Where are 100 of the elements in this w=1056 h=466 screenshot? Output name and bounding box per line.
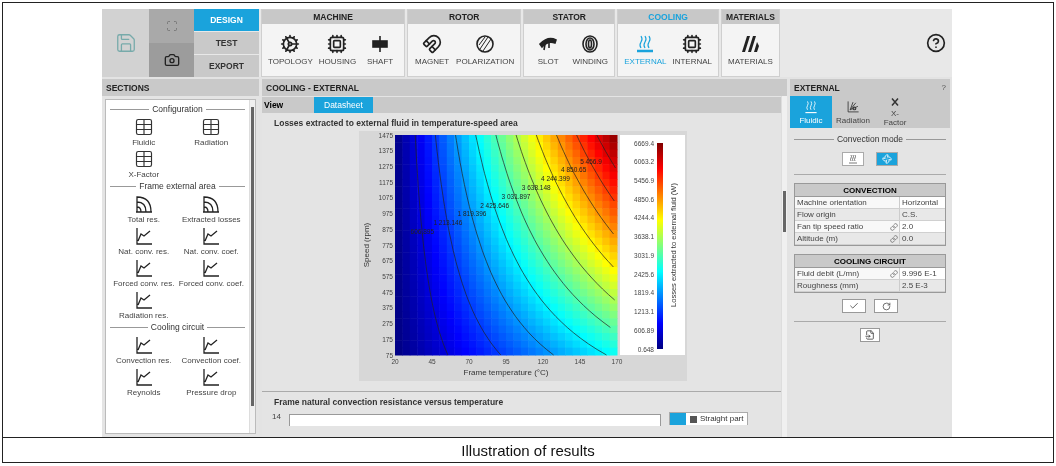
y-tick-label: 14: [272, 412, 281, 421]
section-item[interactable]: Radiation res.: [110, 290, 178, 320]
x-axis-title: Frame temperature (°C): [463, 368, 549, 377]
property-label: Altitude (m): [795, 233, 899, 244]
coil-icon: [580, 34, 601, 54]
line-graph-icon: [133, 226, 154, 246]
table-title: COOLING CIRCUIT: [795, 255, 945, 268]
property-label: Flow origin: [796, 209, 837, 220]
line-graph-icon: [201, 335, 222, 355]
line-graph-icon: [133, 367, 154, 387]
ribbon-button[interactable]: WINDING: [570, 32, 611, 68]
ribbon-button[interactable]: SLOT: [528, 32, 569, 68]
file-arrow-icon: [865, 330, 875, 340]
export-button[interactable]: [860, 328, 880, 342]
property-value[interactable]: 2.0: [899, 221, 945, 232]
mode-tab[interactable]: TEST: [194, 32, 259, 54]
ribbon-group-title: STATOR: [524, 10, 615, 24]
shaft-icon: [370, 34, 391, 54]
ribbon-group-title: COOLING: [618, 10, 718, 24]
section-item[interactable]: Reynolds: [110, 367, 178, 397]
section-item[interactable]: Total res.: [110, 194, 178, 224]
section-item[interactable]: Forced conv. coef.: [177, 258, 245, 288]
panel-header: COOLING - EXTERNAL: [262, 79, 787, 96]
ribbon-button[interactable]: HOUSING: [316, 32, 359, 68]
section-item[interactable]: Convection coef.: [177, 335, 245, 365]
mode-button[interactable]: [842, 152, 864, 166]
ribbon-group-title: MACHINE: [262, 10, 405, 24]
quarter-arcs-icon: [133, 194, 154, 214]
property-value[interactable]: Horizontal: [899, 197, 945, 208]
line-graph-icon: [201, 226, 222, 246]
section-heading: Cooling circuit: [150, 322, 205, 332]
ribbon-button[interactable]: MAGNET: [412, 32, 453, 68]
table-icon: [133, 149, 154, 169]
section-item[interactable]: Forced conv. res.: [110, 258, 178, 288]
panel-tab[interactable]: Radiation: [832, 96, 874, 128]
ribbon-group-title: MATERIALS: [722, 10, 779, 24]
line-graph-icon: [133, 335, 154, 355]
camera-icon: [163, 52, 180, 68]
section-item[interactable]: X-Factor: [110, 149, 178, 179]
chip-icon: [682, 34, 703, 54]
property-value[interactable]: 9.996 E-1: [899, 268, 945, 279]
scrollbar[interactable]: [781, 96, 787, 437]
section-item[interactable]: Nat. conv. coef.: [177, 226, 245, 256]
ribbon-button[interactable]: SHAFT: [360, 32, 401, 68]
section-heading: Frame external area: [139, 181, 216, 191]
rotate-icon: [881, 301, 891, 311]
plot-title: Losses extracted to external fluid in temperature-speed area: [273, 117, 519, 130]
ribbon-button[interactable]: INTERNAL: [670, 32, 714, 68]
scrollbar[interactable]: [249, 100, 255, 433]
section-item[interactable]: Fluidic: [110, 117, 178, 147]
property-label: Fluid debit (L/mn): [795, 268, 899, 279]
help-link[interactable]: ?: [941, 83, 946, 92]
section-heading: Convection mode: [836, 134, 904, 144]
scan-icon: [165, 20, 178, 32]
section-item[interactable]: Convection res.: [110, 335, 178, 365]
stripes-icon: [740, 34, 761, 54]
ribbon-group-title: ROTOR: [408, 10, 521, 24]
heat-waves-icon: [848, 154, 858, 164]
hatched-circle-icon: [475, 34, 496, 54]
panel-tab[interactable]: X-Factor: [874, 96, 916, 128]
line-graph-icon: [133, 290, 154, 310]
line-graph-icon: [201, 258, 222, 278]
gear-icon: [280, 34, 301, 54]
radiating-lines-icon: [846, 99, 860, 114]
help-icon[interactable]: [926, 33, 946, 53]
ribbon-button[interactable]: TOPOLOGY: [266, 32, 315, 68]
section-item[interactable]: Extracted losses: [177, 194, 245, 224]
check-icon: [849, 301, 859, 311]
reset-button[interactable]: [874, 299, 898, 313]
checkbox[interactable]: [689, 415, 697, 423]
snapshot-button[interactable]: [149, 43, 194, 77]
ribbon-button[interactable]: POLARIZATION: [454, 32, 517, 68]
quarter-arcs-icon: [201, 194, 222, 214]
section-item[interactable]: Pressure drop: [177, 367, 245, 397]
heat-waves-icon: [804, 99, 818, 114]
property-label: Roughness (mm): [796, 280, 860, 291]
chip-icon: [327, 34, 348, 54]
section-item[interactable]: Nat. conv. res.: [110, 226, 178, 256]
y-axis-title: Speed (rpm): [362, 222, 371, 268]
section-heading: Configuration: [152, 104, 203, 114]
section-item[interactable]: Radiation: [177, 117, 245, 147]
heat-waves-icon: [635, 34, 656, 54]
ribbon-button[interactable]: MATERIALS: [726, 32, 775, 68]
legend-swatch: [669, 413, 686, 425]
panel-header: SECTIONS: [102, 79, 259, 96]
table-title: CONVECTION: [795, 184, 945, 197]
line-graph-icon: [201, 367, 222, 387]
property-label: Fan tip speed ratio: [795, 221, 899, 232]
line-graph-icon: [133, 258, 154, 278]
view-label: View: [263, 100, 285, 110]
magnet-icon: [422, 34, 443, 54]
panel-title: EXTERNAL: [794, 82, 840, 93]
apply-button[interactable]: [842, 299, 866, 313]
fan-icon: [882, 154, 892, 164]
table-icon: [201, 117, 222, 137]
mode-tab[interactable]: EXPORT: [194, 55, 259, 77]
table-icon: [133, 117, 154, 137]
figure-caption: Illustration of results: [3, 437, 1053, 462]
plot-title: Frame natural convection resistance versus temperature: [273, 396, 505, 409]
legend-item[interactable]: Straight part: [685, 413, 748, 425]
